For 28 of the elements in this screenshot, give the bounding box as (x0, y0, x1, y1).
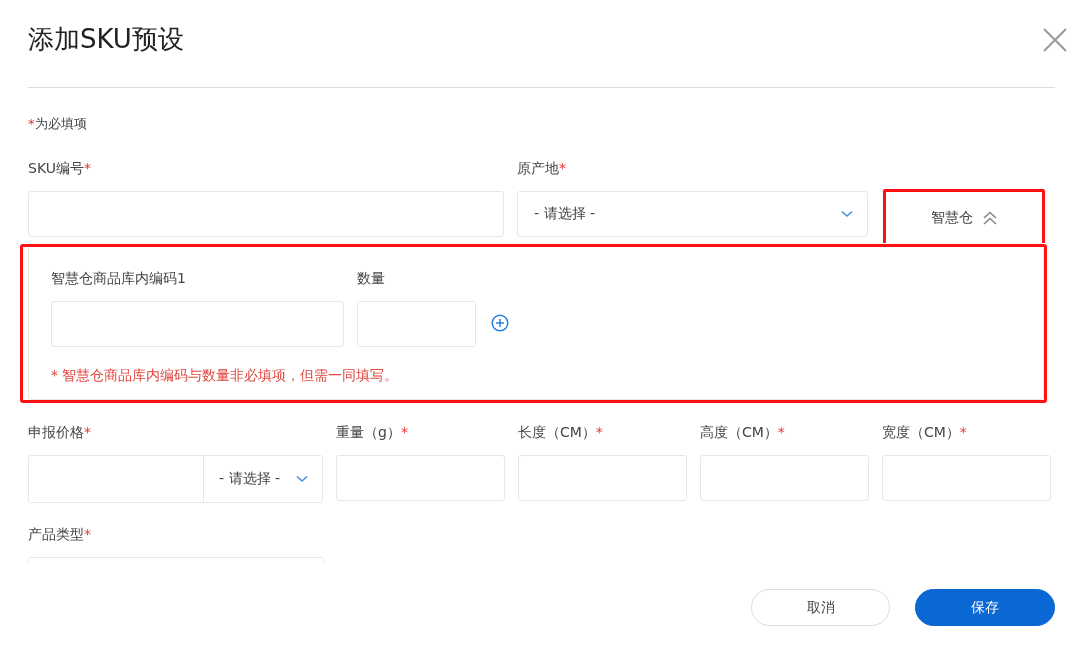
input-field[interactable] (336, 455, 505, 501)
field-label: 长度（CM）* (518, 423, 604, 442)
input-field[interactable] (357, 301, 476, 347)
field-label: 智慧仓商品库内编码1 (51, 269, 187, 288)
field-label: 高度（CM）* (700, 423, 786, 442)
field-label: 数量 (357, 269, 386, 288)
input-field[interactable] (51, 301, 344, 347)
field-label: 产品类型* (28, 525, 92, 544)
chevron-down-icon (841, 210, 853, 218)
field-label: SKU编号* (28, 159, 92, 178)
input-field[interactable] (28, 191, 504, 237)
field-label: 重量（g）* (336, 423, 409, 442)
field-label: 原产地* (517, 159, 567, 178)
toggle-button[interactable]: 智慧仓 (883, 189, 1045, 243)
chevrons-up-icon (983, 210, 997, 225)
close-icon[interactable] (1042, 26, 1068, 53)
field-label: 申报价格* (28, 423, 92, 442)
input-field[interactable] (700, 455, 869, 501)
add-icon[interactable] (491, 314, 509, 332)
dialog-title: 添加SKU预设 (28, 23, 184, 56)
cancel-button[interactable]: 取消 (751, 589, 890, 626)
hint-text: * 智慧仓商品库内编码与数量非必填项，但需一同填写。 (51, 367, 400, 385)
field-label: 宽度（CM）* (882, 423, 968, 442)
select-field[interactable]: - 请选择 - (517, 191, 868, 237)
input-field[interactable] (518, 455, 687, 501)
input-field[interactable] (882, 455, 1051, 501)
required-note: *为必填项 (28, 115, 88, 133)
save-button[interactable]: 保存 (915, 589, 1055, 626)
